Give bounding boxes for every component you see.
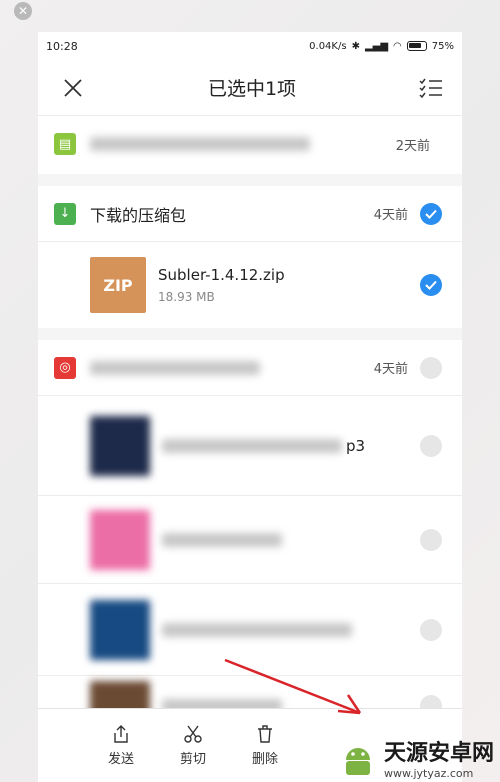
music-app-icon: ◎ — [54, 356, 76, 379]
scissors-icon — [184, 725, 202, 743]
file-group: ↓ 下载的压缩包 4天前 ZIP Subler-1.4.12.zip 18.93… — [38, 186, 462, 328]
group-title-blurred — [90, 360, 374, 375]
file-name-blurred — [162, 438, 342, 453]
file-name-suffix: p3 — [346, 436, 366, 455]
file-checkbox[interactable] — [420, 618, 442, 641]
file-row[interactable]: ZIP Subler-1.4.12.zip 18.93 MB — [38, 242, 462, 328]
album-art-thumbnail — [90, 509, 150, 570]
watermark-url: www.jytyaz.com — [383, 767, 474, 780]
file-group: ▤ 2天前 — [38, 116, 462, 174]
send-button[interactable]: 发送 — [108, 724, 134, 767]
watermark-name: 天源安卓网 — [383, 741, 494, 766]
group-time: 4天前 — [373, 208, 408, 223]
download-icon: ↓ — [54, 202, 76, 225]
group-time: 4天前 — [373, 362, 408, 377]
signal-icon: ▂▄▆ — [364, 40, 389, 52]
album-art-thumbnail — [90, 599, 150, 660]
file-checkbox[interactable] — [420, 528, 442, 551]
group-header[interactable]: ▤ 2天前 — [38, 116, 462, 172]
checklist-icon[interactable] — [418, 75, 444, 101]
file-info: Subler-1.4.12.zip 18.93 MB — [158, 266, 420, 304]
group-header[interactable]: ↓ 下载的压缩包 4天前 — [38, 186, 462, 242]
delete-button[interactable]: 删除 — [252, 724, 278, 767]
bluetooth-icon: ✱ — [351, 40, 360, 52]
status-time: 10:28 — [46, 39, 78, 53]
group-title: 下载的压缩包 — [90, 205, 187, 225]
red-arrow-annotation — [224, 658, 362, 715]
file-info: p3 — [162, 437, 420, 455]
group-header[interactable]: ◎ 4天前 — [38, 340, 462, 396]
cut-button[interactable]: 剪切 — [180, 724, 206, 767]
cut-label: 剪切 — [180, 752, 207, 767]
file-row[interactable]: p3 — [38, 396, 462, 496]
watermark: 天源安卓网 www.jytyaz.com — [338, 735, 494, 780]
file-name: Subler-1.4.12.zip — [158, 266, 285, 284]
wifi-icon: ◠ — [393, 40, 402, 52]
close-window-icon[interactable]: ✕ — [14, 2, 32, 20]
trash-icon — [258, 725, 273, 743]
group-title-blurred — [90, 137, 396, 151]
file-checkbox[interactable] — [420, 434, 442, 457]
file-info-blurred — [162, 532, 420, 547]
page-title: 已选中1项 — [207, 78, 297, 100]
file-checkbox[interactable] — [420, 274, 442, 296]
album-art-thumbnail — [90, 415, 150, 476]
file-row[interactable] — [38, 496, 462, 584]
zip-file-icon: ZIP — [90, 257, 146, 313]
group-time: 2天前 — [395, 138, 430, 154]
send-label: 发送 — [108, 752, 135, 767]
status-bar: 10:28 0.04K/s ✱ ▂▄▆ ◠ 75% — [38, 32, 462, 60]
network-speed: 0.04K/s — [309, 40, 347, 52]
file-size: 18.93 MB — [158, 290, 215, 304]
watermark-text-block: 天源安卓网 www.jytyaz.com — [384, 735, 494, 780]
group-checkbox[interactable] — [420, 202, 442, 225]
selection-header: 已选中1项 — [38, 60, 462, 116]
share-icon — [114, 725, 128, 743]
android-robot-logo — [345, 747, 370, 775]
delete-label: 删除 — [252, 752, 279, 767]
battery-level: 75% — [431, 40, 454, 52]
close-icon[interactable] — [60, 75, 86, 101]
file-info-blurred — [162, 622, 420, 637]
status-indicators: 0.04K/s ✱ ▂▄▆ ◠ 75% — [309, 41, 454, 52]
document-icon: ▤ — [54, 133, 76, 155]
battery-icon — [406, 41, 427, 51]
group-checkbox[interactable] — [420, 356, 442, 379]
